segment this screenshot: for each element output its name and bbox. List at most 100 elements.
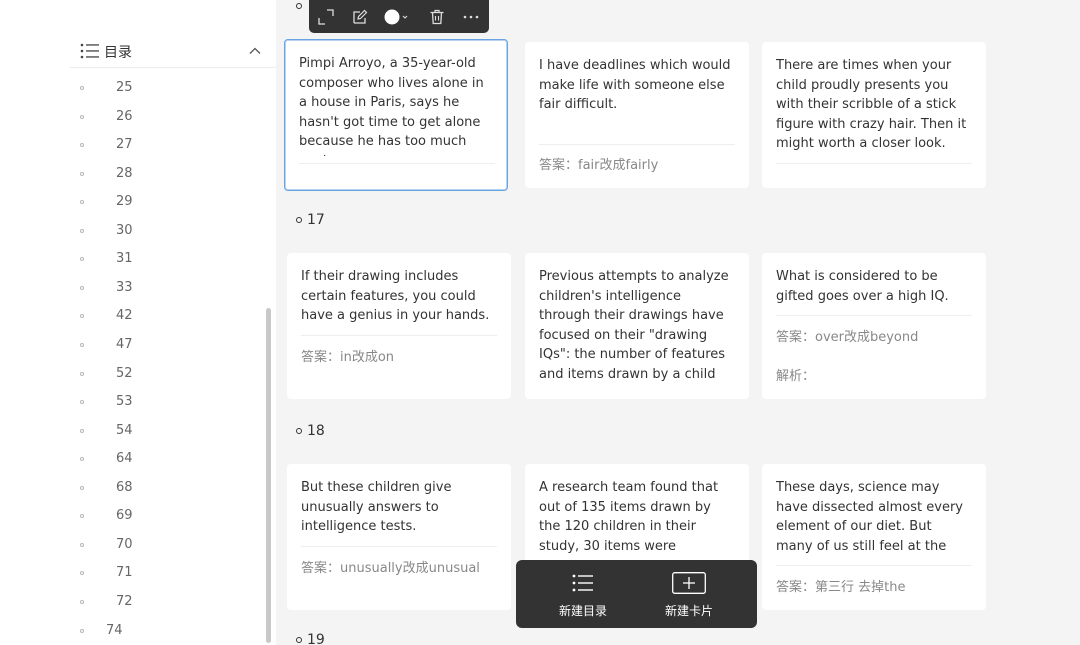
card-1[interactable]: Pimpi Arroyo, a 35-year-old composer who… [284,39,508,191]
toc-item-label: 26 [116,109,133,124]
card-text: I have deadlines which would make life w… [539,58,731,112]
card-5[interactable]: Previous attempts to analyze children's … [525,253,749,399]
card-answer: 答案：unusually改成unusual [301,561,480,576]
toc-item-label: 27 [116,137,133,152]
bullet-icon [80,486,84,490]
card-answer: 答案：in改成on [301,350,395,365]
toc-item-29[interactable]: 29 [70,192,262,212]
delete-button[interactable] [428,8,446,25]
bottom-dock: 新建目录 新建卡片 [516,560,757,628]
card-4[interactable]: If their drawing includes certain featur… [287,253,511,399]
color-picker-button[interactable] [384,8,412,25]
new-toc-button[interactable]: 新建目录 [533,560,633,628]
toc-item-label: 70 [116,537,133,552]
bullet-icon [80,400,84,404]
toc-item-74[interactable]: 74 [70,621,262,641]
section-label-18[interactable]: 18 [296,423,325,439]
list-icon [80,43,99,59]
toc-item-label: 47 [116,337,133,352]
toc-item-30[interactable]: 30 [70,221,262,241]
section-ring-icon [296,428,302,434]
card-9[interactable]: These days, science may have dissected a… [762,464,986,610]
card-text: What is considered to be gifted goes ove… [776,269,949,304]
toc-item-31[interactable]: 31 [70,249,262,269]
section-label-17[interactable]: 17 [296,212,325,228]
toc-item-53[interactable]: 53 [70,392,262,412]
card-divider [301,335,497,336]
toc-item-label: 25 [116,80,133,95]
bullet-icon [80,514,84,518]
card-answer: 答案：over改成beyond [776,330,919,345]
toc-item-28[interactable]: 28 [70,164,262,184]
toc-item-label: 42 [116,308,133,323]
toc-item-72[interactable]: 72 [70,592,262,612]
card-2[interactable]: I have deadlines which would make life w… [525,42,749,188]
toc-item-25[interactable]: 25 [70,78,262,98]
toc-item-64[interactable]: 64 [70,449,262,469]
chevron-up-icon[interactable] [248,44,262,58]
toc-item-42[interactable]: 42 [70,306,262,326]
bullet-icon [80,314,84,318]
edit-button[interactable] [351,8,369,25]
card-toolbar [309,0,489,33]
toc-item-70[interactable]: 70 [70,535,262,555]
bullet-icon [80,571,84,575]
toc-item-label: 31 [116,251,133,266]
toc-item-label: 28 [116,166,133,181]
card-text: If their drawing includes certain featur… [301,269,490,323]
new-card-button[interactable]: 新建卡片 [639,560,739,628]
section-ring-icon [296,3,302,9]
card-7[interactable]: But these children give unusually answer… [287,464,511,610]
more-button[interactable] [461,8,481,25]
toc-item-26[interactable]: 26 [70,107,262,127]
toc-item-27[interactable]: 27 [70,135,262,155]
bullet-icon [80,543,84,547]
expand-button[interactable] [317,8,335,25]
bullet-icon [80,257,84,261]
card-answer: 答案：第三行 去掉the [776,580,906,595]
bullet-icon [80,86,84,90]
toc-item-33[interactable]: 33 [70,278,262,298]
toc-item-label: 72 [116,594,133,609]
card-6[interactable]: What is considered to be gifted goes ove… [762,253,986,399]
section-label-19[interactable]: 19 [296,632,325,645]
card-divider [301,546,497,547]
toc-item-label: 74 [106,623,123,638]
card-divider [299,163,495,164]
toc-item-69[interactable]: 69 [70,506,262,526]
sidebar-scroll-thumb[interactable] [266,308,271,643]
card-analysis: 解析： [776,369,816,384]
card-divider [776,163,972,164]
toc-item-71[interactable]: 71 [70,563,262,583]
section-label-hidden [296,3,307,9]
toc-item-68[interactable]: 68 [70,478,262,498]
card-3[interactable]: There are times when your child proudly … [762,42,986,188]
toc-item-label: 30 [116,223,133,238]
card-text: There are times when your child proudly … [776,58,967,151]
section-ring-icon [296,637,302,643]
toc-item-54[interactable]: 54 [70,421,262,441]
toc-item-47[interactable]: 47 [70,335,262,355]
card-answer: 答案：fair改成fairly [539,158,659,173]
bullet-icon [80,200,84,204]
toc-header[interactable]: 目录 [70,34,276,68]
toc-item-label: 69 [116,508,133,523]
bullet-icon [80,143,84,147]
toc-item-label: 53 [116,394,133,409]
toc-item-label: 52 [116,366,133,381]
bullet-icon [80,229,84,233]
bullet-icon [80,172,84,176]
expand-icon [318,8,334,25]
toc-item-52[interactable]: 52 [70,364,262,384]
bullet-icon [80,343,84,347]
toc-item-label: 68 [116,480,133,495]
add-card-icon [672,572,706,594]
color-dot-icon [384,9,408,24]
new-toc-label: 新建目录 [558,604,607,618]
section-number: 17 [307,212,325,228]
card-divider [776,565,972,566]
toc-title: 目录 [104,45,132,61]
bullet-icon [80,457,84,461]
section-ring-icon [296,217,302,223]
delete-icon [430,9,444,24]
